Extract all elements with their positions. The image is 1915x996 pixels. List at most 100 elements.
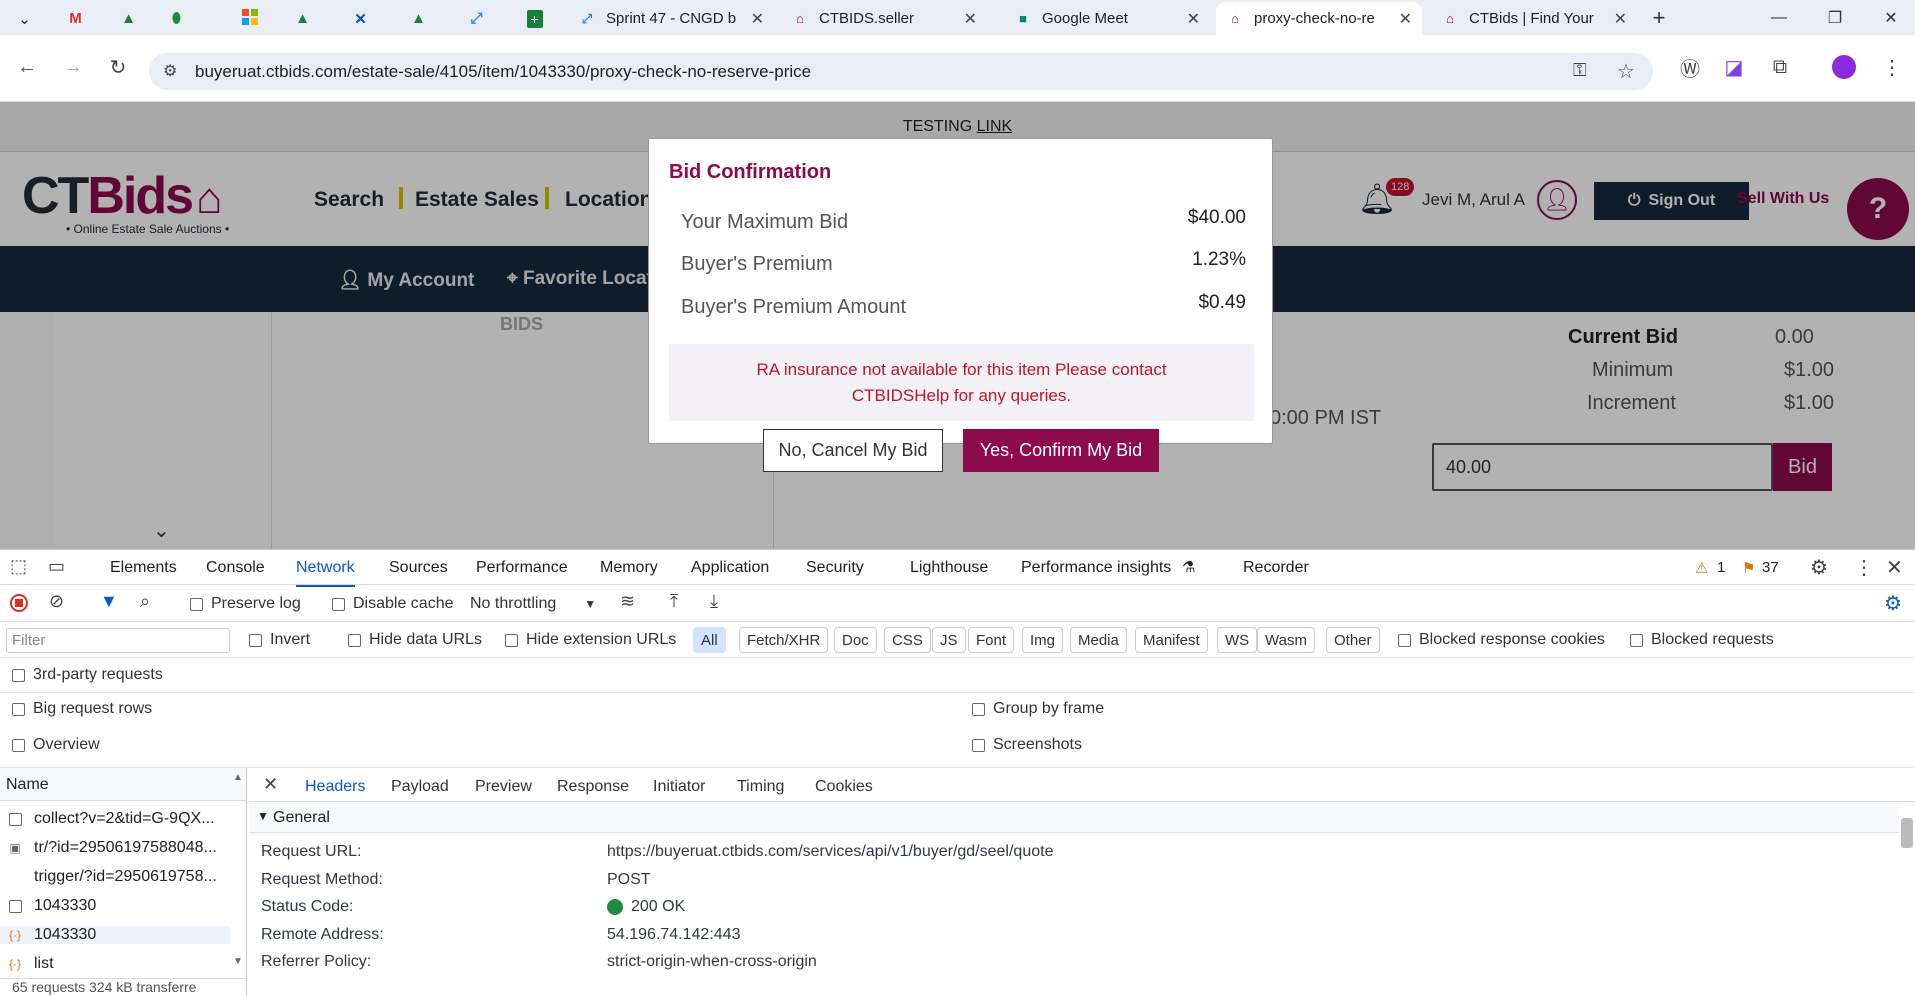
filter-input[interactable]: Filter [6, 628, 230, 653]
address-bar[interactable]: ⚙ buyeruat.ctbids.com/estate-sale/4105/i… [149, 53, 1653, 90]
devtools-tab-lighthouse[interactable]: Lighthouse [910, 559, 988, 577]
type-filter-ws[interactable]: WS [1217, 627, 1258, 653]
devtools-tab-recorder[interactable]: Recorder [1243, 559, 1309, 577]
close-devtools-icon[interactable]: ✕ [1886, 555, 1903, 580]
tab-pinned-drive-2[interactable]: ▲ [282, 2, 323, 35]
devtools-menu-icon[interactable]: ⋮ [1854, 555, 1874, 580]
extension-icon[interactable]: ◪ [1716, 49, 1752, 85]
type-filter-wasm[interactable]: Wasm [1257, 627, 1315, 653]
big-request-rows-checkbox[interactable]: Big request rows [12, 700, 152, 718]
type-filter-fetch-xhr[interactable]: Fetch/XHR [739, 627, 829, 653]
detail-tab-response[interactable]: Response [557, 778, 629, 796]
tab-pinned-sheets[interactable]: + [514, 2, 555, 35]
close-detail-icon[interactable]: ✕ [263, 774, 278, 795]
tab-pinned-confluence[interactable]: ✕ [340, 2, 381, 35]
detail-tab-timing[interactable]: Timing [737, 778, 784, 796]
blocked-response-cookies-checkbox[interactable]: Blocked response cookies [1398, 631, 1605, 649]
request-row[interactable]: ▣ tr/?id=29506197588048... [8, 839, 217, 857]
maximize-button[interactable]: ❐ [1807, 0, 1863, 35]
group-by-frame-checkbox[interactable]: Group by frame [972, 700, 1104, 718]
devtools-tab-security[interactable]: Security [806, 559, 864, 577]
profile-avatar-icon[interactable] [1826, 49, 1862, 85]
tab-pinned-jira[interactable]: ⤢ [456, 2, 497, 35]
request-row[interactable]: 1043330 [8, 897, 96, 915]
hide-extension-urls-checkbox[interactable]: Hide extension URLs [505, 631, 676, 649]
disable-cache-checkbox[interactable]: Disable cache [332, 595, 454, 613]
tab-search-menu[interactable]: ⌄ [4, 2, 45, 35]
close-window-button[interactable]: ✕ [1863, 0, 1915, 35]
devtools-tab-console[interactable]: Console [206, 559, 265, 577]
close-icon[interactable]: ✕ [751, 9, 764, 29]
tab-pinned-leaf[interactable]: ⬮ [156, 2, 197, 35]
tab-pinned-drive-3[interactable]: ▲ [398, 2, 439, 35]
type-filter-img[interactable]: Img [1022, 627, 1064, 653]
confirm-bid-button[interactable]: Yes, Confirm My Bid [963, 429, 1159, 472]
request-row[interactable]: {·} list [8, 955, 54, 973]
tab-pinned-microsoft[interactable] [229, 2, 270, 35]
close-icon[interactable]: ✕ [1399, 9, 1412, 29]
throttling-select[interactable]: No throttling ▼ [470, 595, 596, 613]
hide-data-urls-checkbox[interactable]: Hide data URLs [348, 631, 482, 649]
type-filter-media[interactable]: Media [1070, 627, 1127, 653]
detail-tab-headers[interactable]: Headers [289, 778, 382, 806]
bookmark-star-icon[interactable]: ☆ [1617, 59, 1635, 84]
tab-google-meet[interactable]: ■ Google Meet ✕ [1004, 2, 1210, 35]
new-tab-button[interactable]: + [1639, 0, 1679, 35]
request-row[interactable]: trigger/?id=2950619758... [8, 868, 217, 886]
type-filter-other[interactable]: Other [1326, 627, 1380, 653]
general-section-header[interactable]: ▼ General [249, 803, 1899, 833]
screenshots-checkbox[interactable]: Screenshots [972, 736, 1082, 754]
type-filter-all[interactable]: All [693, 627, 726, 653]
password-key-icon[interactable]: ⚿ [1573, 60, 1587, 81]
wordpress-extension-icon[interactable]: Ⓦ [1672, 49, 1708, 85]
tab-ctbids-find[interactable]: ⌂ CTBids | Find Your ✕ [1431, 2, 1637, 35]
devtools-tab-performance-insights[interactable]: Performance insights [1021, 559, 1171, 577]
warning-icon[interactable]: ⚠ [1695, 559, 1708, 577]
request-row-selected[interactable]: {·} 1043330 [0, 926, 230, 944]
filter-icon[interactable]: ▼ [100, 591, 118, 612]
tab-pinned-drive[interactable]: ▲ [108, 2, 149, 35]
devtools-tab-application[interactable]: Application [691, 559, 769, 577]
cancel-bid-button[interactable]: No, Cancel My Bid [763, 429, 943, 472]
browser-menu-icon[interactable]: ⋮ [1874, 49, 1910, 85]
scroll-up-icon[interactable]: ▲ [233, 772, 243, 783]
devtools-tab-network[interactable]: Network [296, 559, 355, 587]
settings-gear-icon[interactable]: ⚙ [1810, 555, 1828, 580]
detail-tab-cookies[interactable]: Cookies [815, 778, 873, 796]
detail-tab-preview[interactable]: Preview [475, 778, 532, 796]
extensions-puzzle-icon[interactable]: ⧉ [1762, 49, 1798, 85]
name-column-header[interactable]: Name [6, 776, 49, 794]
export-har-icon[interactable]: ⤓ [710, 591, 718, 612]
inspect-element-icon[interactable]: ⬚ [10, 556, 27, 577]
tab-sprint[interactable]: ⤢ Sprint 47 - CNGD b ✕ [568, 2, 774, 35]
scroll-down-icon[interactable]: ▼ [233, 956, 243, 967]
preserve-log-checkbox[interactable]: Preserve log [190, 595, 301, 613]
tab-pinned-gmail[interactable]: M [55, 2, 96, 35]
detail-tab-payload[interactable]: Payload [391, 778, 449, 796]
issues-icon[interactable]: ⚑ [1742, 559, 1755, 577]
tab-proxy-check[interactable]: ⌂ proxy-check-no-re ✕ [1216, 2, 1422, 35]
devtools-tab-memory[interactable]: Memory [600, 559, 658, 577]
third-party-checkbox[interactable]: 3rd-party requests [12, 666, 163, 684]
tab-ctbids-seller[interactable]: ⌂ CTBIDS.seller ✕ [781, 2, 987, 35]
search-icon[interactable]: ⌕ [140, 591, 150, 612]
forward-button[interactable]: → [55, 49, 91, 85]
detail-tab-initiator[interactable]: Initiator [653, 778, 705, 796]
back-button[interactable]: ← [9, 49, 45, 85]
blocked-requests-checkbox[interactable]: Blocked requests [1630, 631, 1774, 649]
devtools-tab-performance[interactable]: Performance [476, 559, 568, 577]
reload-button[interactable]: ↻ [100, 49, 136, 85]
type-filter-manifest[interactable]: Manifest [1135, 627, 1208, 653]
devtools-tab-elements[interactable]: Elements [110, 559, 177, 577]
record-stop-icon[interactable] [10, 594, 28, 612]
device-toolbar-icon[interactable]: ▭ [48, 556, 65, 577]
site-info-icon[interactable]: ⚙ [163, 61, 177, 81]
clear-icon[interactable]: ⊘ [49, 591, 64, 612]
type-filter-js[interactable]: JS [932, 627, 966, 653]
minimize-button[interactable]: — [1751, 0, 1807, 35]
detail-scrollbar[interactable] [1901, 818, 1913, 848]
network-conditions-icon[interactable]: ≋ [620, 591, 635, 612]
overview-checkbox[interactable]: Overview [12, 736, 100, 754]
devtools-tab-sources[interactable]: Sources [389, 559, 448, 577]
type-filter-font[interactable]: Font [968, 627, 1015, 653]
